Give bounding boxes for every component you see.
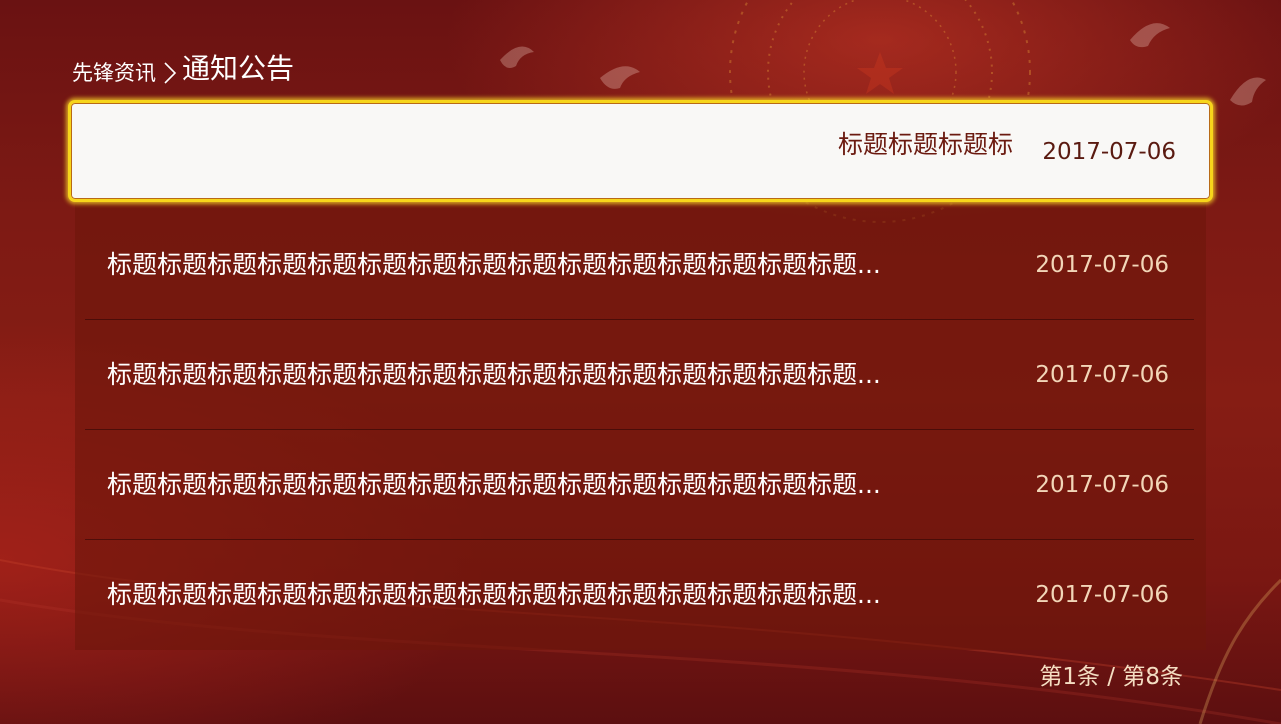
item-date: 2017-07-06 <box>1042 139 1176 165</box>
item-title: 标题标题标题标 <box>838 130 1014 159</box>
item-title: 标题标题标题标题标题标题标题标题标题标题标题标题标题标题标题... <box>107 470 881 499</box>
breadcrumb-parent-link[interactable]: 先锋资讯 <box>72 58 156 88</box>
breadcrumb: 先锋资讯 通知公告 <box>72 44 294 88</box>
list-item[interactable]: 标题标题标题标题标题标题标题标题标题标题标题标题标题标题标题... 2017-0… <box>75 540 1206 650</box>
focus-highlight <box>68 100 1213 202</box>
list-item[interactable]: 标题标题标题标题标题标题标题标题标题标题标题标题标题标题标题... 2017-0… <box>75 210 1206 320</box>
item-date: 2017-07-06 <box>1035 362 1169 388</box>
item-title: 标题标题标题标题标题标题标题标题标题标题标题标题标题标题标题... <box>107 580 881 609</box>
item-title: 标题标题标题标题标题标题标题标题标题标题标题标题标题标题标题... <box>107 360 881 389</box>
item-title: 标题标题标题标题标题标题标题标题标题标题标题标题标题标题标题... <box>107 250 881 279</box>
screen: 先锋资讯 通知公告 标题标题标题标 2017-07-06 标题标题标题标题标题标… <box>0 0 1281 724</box>
item-date: 2017-07-06 <box>1035 252 1169 278</box>
item-date: 2017-07-06 <box>1035 472 1169 498</box>
page-title: 通知公告 <box>182 52 295 85</box>
pagination-indicator: 第1条 / 第8条 <box>1039 664 1183 690</box>
item-date: 2017-07-06 <box>1035 582 1169 608</box>
list-item[interactable]: 标题标题标题标题标题标题标题标题标题标题标题标题标题标题标题... 2017-0… <box>75 320 1206 430</box>
chevron-right-icon <box>164 62 177 84</box>
list-item[interactable]: 标题标题标题标题标题标题标题标题标题标题标题标题标题标题标题... 2017-0… <box>75 430 1206 540</box>
notice-list: 标题标题标题标 2017-07-06 标题标题标题标题标题标题标题标题标题标题标… <box>68 100 1213 650</box>
list-item[interactable]: 标题标题标题标 2017-07-06 <box>68 100 1213 202</box>
